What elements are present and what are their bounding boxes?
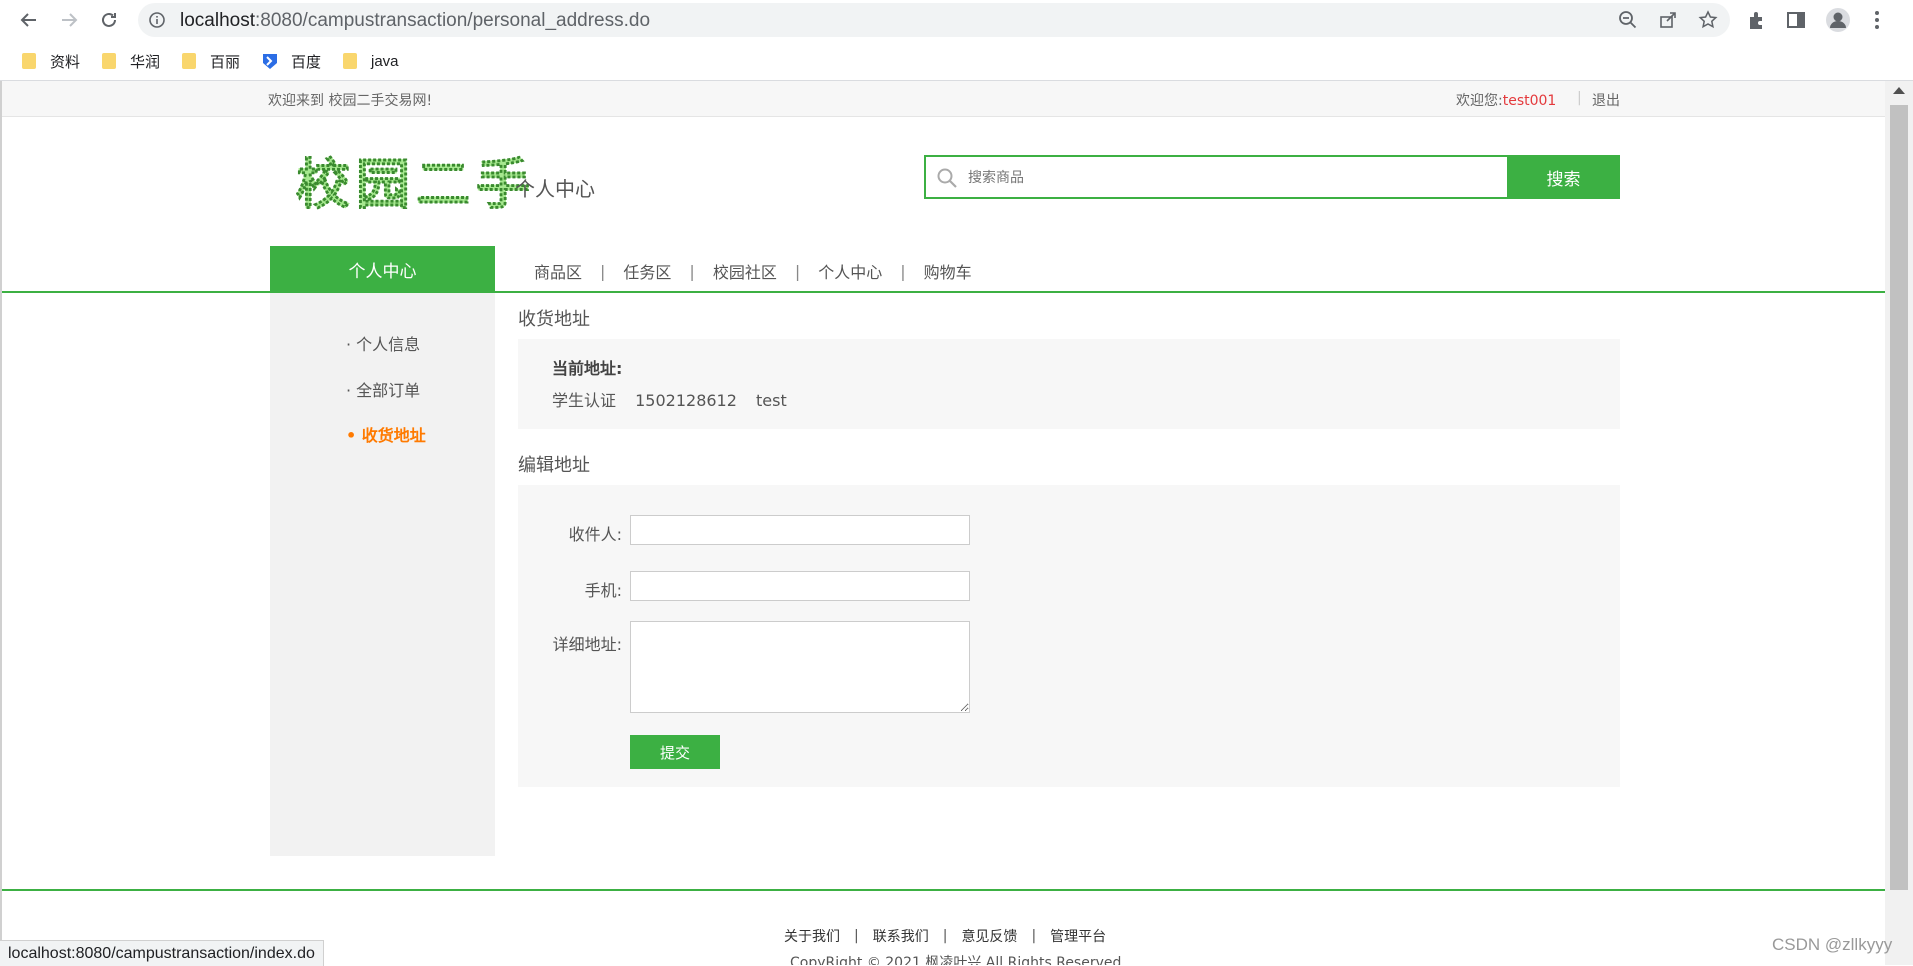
nav-item-personal[interactable]: 个人中心	[818, 259, 882, 283]
submit-button[interactable]: 提交	[630, 735, 720, 769]
folder-icon	[182, 53, 196, 69]
current-section-tab[interactable]: 个人中心	[270, 246, 495, 292]
receiver-input[interactable]	[630, 515, 970, 545]
current-address-values: 学生认证 1502128612 test	[552, 387, 801, 411]
page-viewport: 欢迎来到 校园二手交易网! 欢迎您:test001 | 退出 校园二手 个人中心…	[0, 81, 1885, 965]
current-address-panel: 当前地址: 学生认证 1502128612 test	[518, 339, 1620, 429]
current-phone: 1502128612	[635, 391, 737, 410]
footer-links: 关于我们 | 联系我们 | 意见反馈 | 管理平台	[784, 926, 1106, 946]
footer-link-about[interactable]: 关于我们	[784, 926, 840, 946]
footer-divider-line	[2, 889, 1885, 891]
browser-toolbar: localhost:8080/campustransaction/persona…	[0, 0, 1913, 40]
nav-item-goods[interactable]: 商品区	[534, 259, 582, 283]
nav-divider: |	[600, 261, 606, 281]
page-scrollbar[interactable]	[1885, 81, 1913, 965]
current-detail: test	[756, 391, 787, 410]
bookmark-folder[interactable]: java	[343, 50, 399, 72]
search-input[interactable]	[966, 165, 1490, 191]
bookmark-star-icon[interactable]	[1698, 10, 1718, 30]
extensions-icon[interactable]	[1746, 9, 1768, 31]
nav-item-cart[interactable]: 购物车	[924, 259, 972, 283]
footer-divider: |	[942, 928, 948, 944]
detail-address-textarea[interactable]	[630, 621, 970, 713]
footer-link-admin[interactable]: 管理平台	[1050, 926, 1106, 946]
current-address-label: 当前地址:	[552, 359, 623, 378]
search-box	[924, 155, 1507, 199]
phone-input[interactable]	[630, 571, 970, 601]
folder-icon	[22, 53, 36, 69]
site-topbar: 欢迎来到 校园二手交易网! 欢迎您:test001 | 退出	[2, 81, 1885, 117]
edit-section-title: 编辑地址	[518, 455, 590, 476]
folder-icon	[343, 53, 357, 69]
footer-link-feedback[interactable]: 意见反馈	[961, 926, 1017, 946]
page-subtitle: 个人中心	[515, 177, 595, 201]
bookmark-folder[interactable]: 华润	[102, 50, 160, 72]
search-button[interactable]: 搜索	[1507, 155, 1620, 199]
username-link[interactable]: test001	[1503, 93, 1557, 109]
zoom-icon[interactable]	[1618, 10, 1638, 30]
side-panel-icon[interactable]	[1785, 9, 1807, 31]
folder-icon	[102, 53, 116, 69]
nav-divider: |	[794, 261, 801, 281]
profile-avatar-icon[interactable]	[1825, 7, 1851, 33]
nav-item-community[interactable]: 校园社区	[713, 259, 777, 283]
scrollbar-thumb[interactable]	[1890, 105, 1908, 890]
reload-icon[interactable]	[95, 6, 123, 34]
welcome-text: 欢迎来到 校园二手交易网!	[268, 93, 433, 109]
nav-divider: |	[689, 261, 695, 281]
sidebar-item-address[interactable]: • 收货地址	[346, 422, 426, 446]
share-icon[interactable]	[1658, 10, 1678, 30]
back-icon[interactable]	[15, 6, 43, 34]
bookmark-link[interactable]: 百度	[261, 50, 321, 72]
status-url-bubble: localhost:8080/campustransaction/index.d…	[0, 940, 324, 966]
nav-item-tasks[interactable]: 任务区	[623, 259, 671, 283]
bookmark-folder[interactable]: 百丽	[182, 50, 240, 72]
forward-icon[interactable]	[55, 6, 83, 34]
address-section-title: 收货地址	[518, 309, 590, 330]
topbar-divider: |	[1577, 90, 1582, 106]
watermark-text: CSDN @zllkyyy	[1772, 935, 1893, 954]
edit-address-form: 收件人: 手机: 详细地址: 提交	[518, 485, 1620, 787]
svg-text:校园二手: 校园二手	[296, 153, 536, 216]
url-text: localhost:8080/campustransaction/persona…	[180, 10, 651, 31]
main-nav: 商品区 | 任务区 | 校园社区 | 个人中心 | 购物车	[534, 259, 972, 283]
footer-divider: |	[854, 928, 859, 944]
site-info-icon[interactable]	[148, 11, 166, 29]
menu-kebab-icon[interactable]	[1866, 9, 1888, 31]
site-logo[interactable]: 校园二手	[296, 151, 536, 221]
bookmark-folder[interactable]: 资料	[22, 50, 80, 72]
phone-label: 手机:	[584, 581, 622, 600]
receiver-label: 收件人:	[568, 525, 622, 544]
nav-divider: |	[900, 261, 906, 281]
user-greeting: 欢迎您:test001	[1456, 93, 1557, 109]
sidebar-item-orders[interactable]: · 全部订单	[346, 377, 420, 401]
footer-divider: |	[1031, 928, 1037, 944]
current-receiver: 学生认证	[552, 391, 617, 410]
logout-link[interactable]: 退出	[1592, 90, 1620, 110]
sidebar: · 个人信息 · 全部订单 • 收货地址	[270, 293, 495, 856]
bookmarks-bar: 资料 华润 百丽 百度 java	[0, 42, 1913, 81]
copyright-text: CopyRight © 2021 枫凌叶兴 All Rights Reserve…	[790, 955, 1122, 965]
footer-link-contact[interactable]: 联系我们	[873, 926, 929, 946]
scroll-up-arrow-icon[interactable]	[1893, 87, 1905, 94]
search-icon	[937, 168, 957, 188]
baidu-shield-icon	[263, 54, 277, 69]
address-bar[interactable]: localhost:8080/campustransaction/persona…	[138, 3, 1730, 37]
sidebar-item-profile[interactable]: · 个人信息	[346, 331, 420, 355]
detail-address-label: 详细地址:	[552, 635, 622, 654]
